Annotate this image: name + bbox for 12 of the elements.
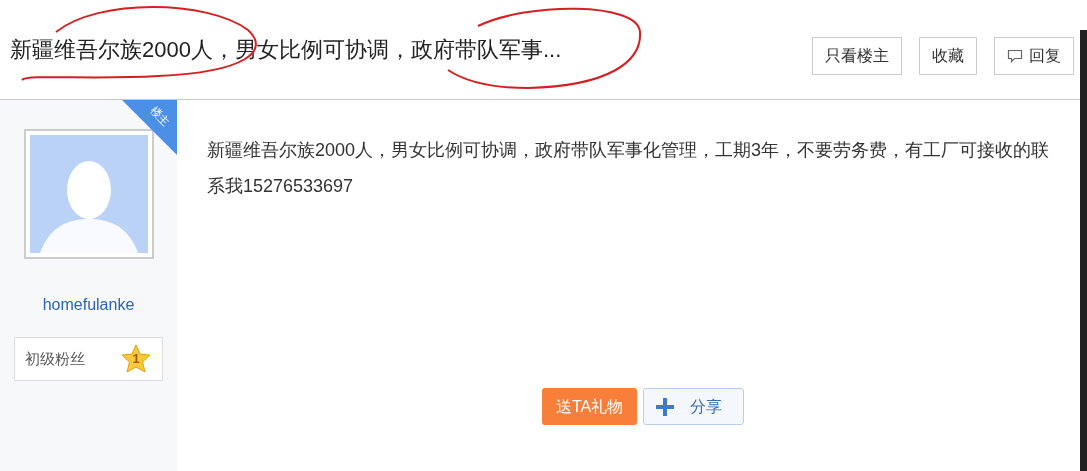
plus-icon [654,395,677,418]
header-button[interactable]: 收藏 [919,36,977,75]
fan-level-badge: 初级粉丝 1 [14,337,163,381]
header-button[interactable]: 只看楼主 [812,36,902,75]
avatar[interactable] [23,129,154,259]
username-link[interactable]: homefulanke [42,293,135,317]
reply-button[interactable]: 回复 [994,36,1074,75]
avatar-silhouette-icon [29,135,148,253]
post-body: 新疆维吾尔族2000人，男女比例可协调，政府带队军事化管理，工期3年，不要劳务费，有工厂可接收的联系我15276533697 [207,139,1051,198]
level-star-icon: 1 [120,343,152,375]
share-button[interactable]: 分享 [643,388,745,425]
speech-bubble-icon [1007,47,1023,64]
